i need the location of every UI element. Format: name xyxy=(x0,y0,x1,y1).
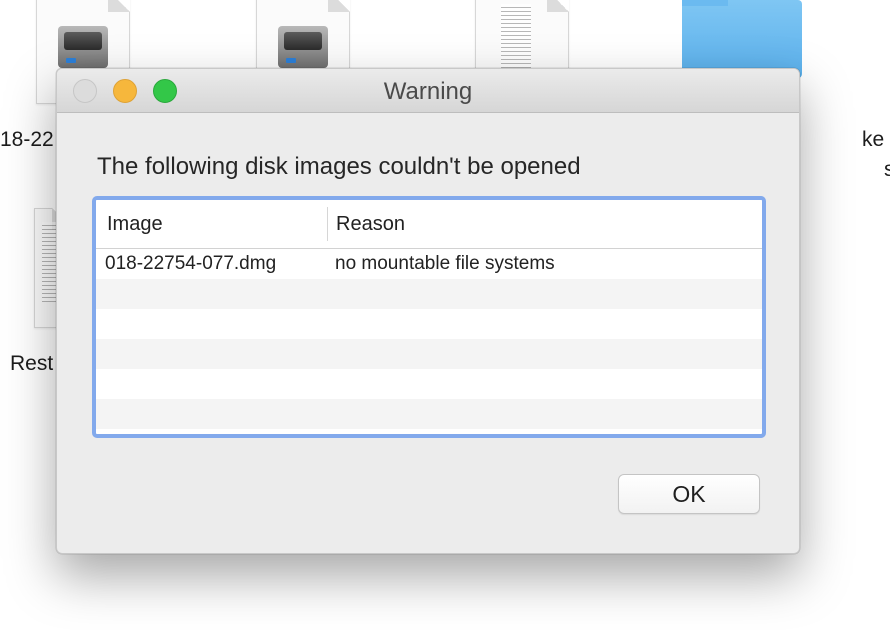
column-header-reason[interactable]: Reason xyxy=(328,213,405,236)
table-body: 018-22754-077.dmg no mountable file syst… xyxy=(96,249,762,429)
desktop-label: Rest xyxy=(10,352,54,375)
table-header: Image Reason xyxy=(96,200,762,249)
disk-image-icon xyxy=(278,26,328,68)
image-cell: 018-22754-077.dmg xyxy=(105,253,277,274)
desktop-folder-icon[interactable] xyxy=(682,0,802,78)
table-row-empty xyxy=(96,309,762,339)
table-row-empty xyxy=(96,369,762,399)
text-lines-icon xyxy=(501,4,531,70)
reason-cell: no mountable file systems xyxy=(335,253,555,274)
column-header-image[interactable]: Image xyxy=(96,207,328,241)
table-row-empty xyxy=(96,279,762,309)
table-row-empty xyxy=(96,399,762,429)
warning-dialog: Warning The following disk images couldn… xyxy=(56,68,800,554)
dialog-message: The following disk images couldn't be op… xyxy=(97,153,581,180)
desktop-label: 18-22 xyxy=(0,128,54,151)
ok-button[interactable]: OK xyxy=(618,474,760,514)
desktop-label: ke xyxy=(862,128,885,151)
dialog-title: Warning xyxy=(383,78,473,105)
desktop-label: s xyxy=(884,158,890,181)
table-row-empty xyxy=(96,339,762,369)
failed-images-table[interactable]: Image Reason 018-22754-077.dmg no mounta… xyxy=(92,196,766,438)
title-bar[interactable]: Warning xyxy=(57,69,799,113)
table-row[interactable]: 018-22754-077.dmg no mountable file syst… xyxy=(96,249,762,279)
disk-image-icon xyxy=(58,26,108,68)
